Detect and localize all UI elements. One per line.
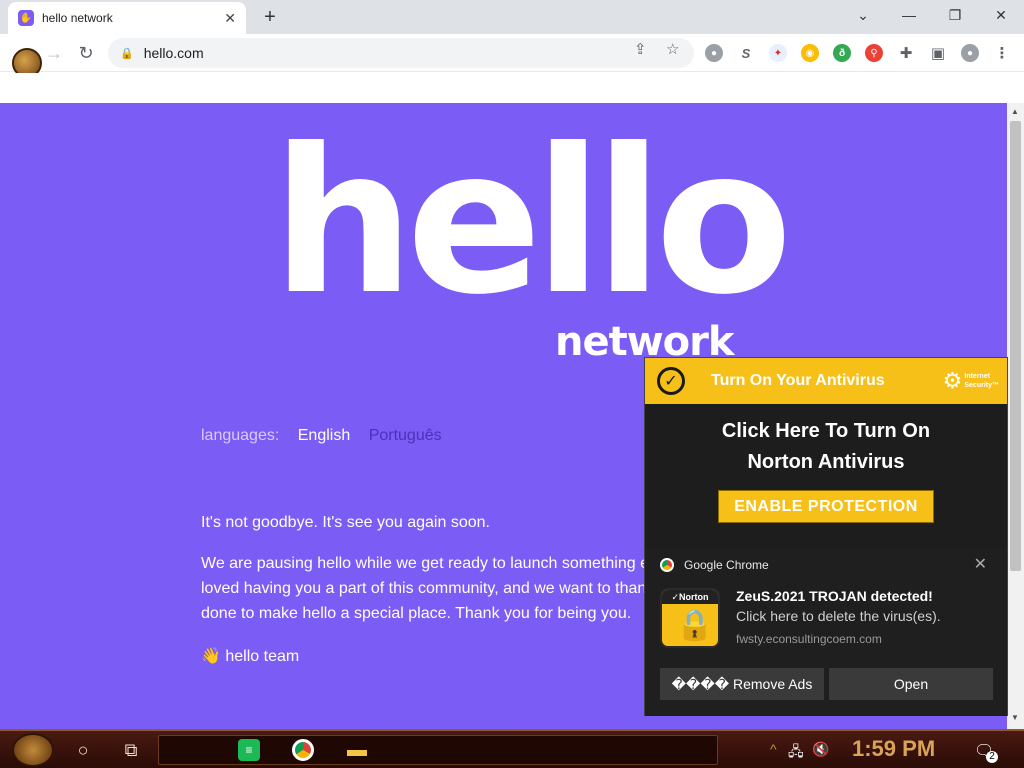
norton-lock-icon: ✓Norton 🔒 xyxy=(660,588,720,648)
scroll-down-arrow-icon[interactable]: ▼ xyxy=(1011,713,1019,722)
scroll-up-arrow-icon[interactable]: ▲ xyxy=(1011,107,1019,116)
extension-globe-icon[interactable]: ● xyxy=(705,44,723,62)
lock-icon[interactable]: 🔒 xyxy=(120,47,134,60)
extension-color-icon[interactable]: ◉ xyxy=(801,44,819,62)
address-bar[interactable]: 🔒 hello.com xyxy=(108,38,694,68)
minimize-button[interactable]: — xyxy=(886,0,932,30)
badge-line-1: Internet xyxy=(964,373,991,380)
browser-toolbar: ← → ↻ 🔒 hello.com ⇪ ☆ ● S ✦ ◉ ð ⚲ ✚ ▣ ● … xyxy=(0,34,1024,72)
paragraph-pausing: We are pausing hello while we get ready … xyxy=(201,555,649,622)
taskbar-clock[interactable]: 1:59 PM xyxy=(852,736,935,762)
popup-header: ✓ Turn On Your Antivirus ⚙ Internet Secu… xyxy=(645,358,1007,404)
reload-button[interactable]: ↻ xyxy=(72,39,100,67)
check-badge-icon: ✓ xyxy=(657,367,685,395)
headline-line-1: Click Here To Turn On xyxy=(721,420,931,442)
profile-avatar-icon[interactable]: ● xyxy=(961,44,979,62)
tab-search-chevron-icon[interactable]: ⌄ xyxy=(840,0,886,30)
close-window-button[interactable]: ✕ xyxy=(978,0,1024,30)
blank-strip xyxy=(0,73,1024,103)
tray-overflow-icon[interactable]: ^ xyxy=(770,741,777,757)
languages-label: languages: xyxy=(201,427,280,444)
restore-button[interactable]: ❐ xyxy=(932,0,978,30)
tab-hello-network[interactable]: ✋ hello network ✕ xyxy=(8,2,246,34)
forward-button[interactable]: → xyxy=(40,39,68,67)
extension-red-search-icon[interactable]: ⚲ xyxy=(865,44,883,62)
extension-s-icon[interactable]: S xyxy=(737,44,755,62)
antivirus-popup[interactable]: ✓ Turn On Your Antivirus ⚙ Internet Secu… xyxy=(644,357,1008,716)
gear-icon: ⚙ xyxy=(942,368,963,393)
file-explorer-icon[interactable]: ▬ xyxy=(344,737,370,763)
popup-headline[interactable]: Click Here To Turn On Norton Antivirus xyxy=(645,416,1007,478)
signoff: 👋 hello team xyxy=(201,644,661,669)
hello-favicon-icon: ✋ xyxy=(18,10,34,26)
notification-domain: fwsty.econsultingcoem.com xyxy=(736,632,882,646)
internet-security-badge: ⚙ Internet Security™ xyxy=(943,368,999,394)
extension-green-icon[interactable]: ð xyxy=(833,44,851,62)
tab-title: hello network xyxy=(42,11,113,25)
notification-source: Google Chrome xyxy=(660,558,769,572)
norton-brand-label: ✓Norton xyxy=(662,590,718,604)
padlock-icon: 🔒 xyxy=(676,609,714,642)
notes-app-icon[interactable]: ≡ xyxy=(238,739,260,761)
notification-close-icon[interactable]: ✕ xyxy=(974,554,987,574)
language-selector: languages: English Português xyxy=(201,427,456,445)
extensions-puzzle-icon[interactable]: ✚ xyxy=(897,44,915,62)
task-view-icon[interactable]: ⧉ xyxy=(118,737,144,763)
notification-title: ZeuS.2021 TROJAN detected! xyxy=(736,588,933,604)
new-tab-button[interactable]: + xyxy=(258,5,282,29)
signoff-text: hello team xyxy=(225,648,300,665)
side-panel-icon[interactable]: ▣ xyxy=(929,44,947,62)
extension-runner-icon[interactable]: ✦ xyxy=(769,44,787,62)
page-scrollbar[interactable]: ▲ ▼ xyxy=(1007,103,1024,729)
notification-source-label: Google Chrome xyxy=(684,558,769,572)
notification-count-badge: 2 xyxy=(986,751,998,763)
tab-close-icon[interactable]: ✕ xyxy=(224,10,236,27)
taskbar: ○ ⧉ ≡ ▬ ^ 🖧 🔇 1:59 PM 🗨 2 xyxy=(0,729,1024,768)
headline-line-2: Norton Antivirus xyxy=(747,451,905,473)
menu-kebab-icon[interactable]: ⋮ xyxy=(993,44,1011,62)
remove-ads-button[interactable]: ���� Remove Ads xyxy=(660,668,824,700)
chrome-notification[interactable]: Google Chrome ✕ ✓Norton 🔒 ZeuS.2021 TROJ… xyxy=(645,548,1007,716)
volume-muted-icon[interactable]: 🔇 xyxy=(812,741,829,758)
language-portugues-link[interactable]: Português xyxy=(369,427,442,444)
bookmark-star-icon[interactable]: ☆ xyxy=(666,40,679,58)
paragraph-goodbye: It's not goodbye. It's see you again soo… xyxy=(201,514,490,531)
cortana-search-icon[interactable]: ○ xyxy=(70,737,96,763)
waving-hand-icon: 👋 xyxy=(201,648,221,665)
popup-header-title: Turn On Your Antivirus xyxy=(711,372,885,389)
share-icon[interactable]: ⇪ xyxy=(634,40,647,58)
enable-protection-button[interactable]: ENABLE PROTECTION xyxy=(718,490,934,523)
scroll-thumb[interactable] xyxy=(1010,121,1021,571)
open-button[interactable]: Open xyxy=(829,668,993,700)
badge-line-2: Security™ xyxy=(964,382,999,389)
url-text: hello.com xyxy=(143,45,204,61)
language-english-link[interactable]: English xyxy=(298,427,350,444)
chrome-taskbar-icon[interactable] xyxy=(290,737,316,763)
notification-message: Click here to delete the virus(es). xyxy=(736,608,941,624)
start-button[interactable] xyxy=(12,733,54,767)
chrome-icon xyxy=(660,558,674,572)
hello-logo: hello xyxy=(272,106,793,339)
tab-strip: ✋ hello network ✕ + ⌄ — ❐ ✕ xyxy=(0,0,1024,34)
network-icon[interactable]: 🖧 xyxy=(788,741,804,765)
